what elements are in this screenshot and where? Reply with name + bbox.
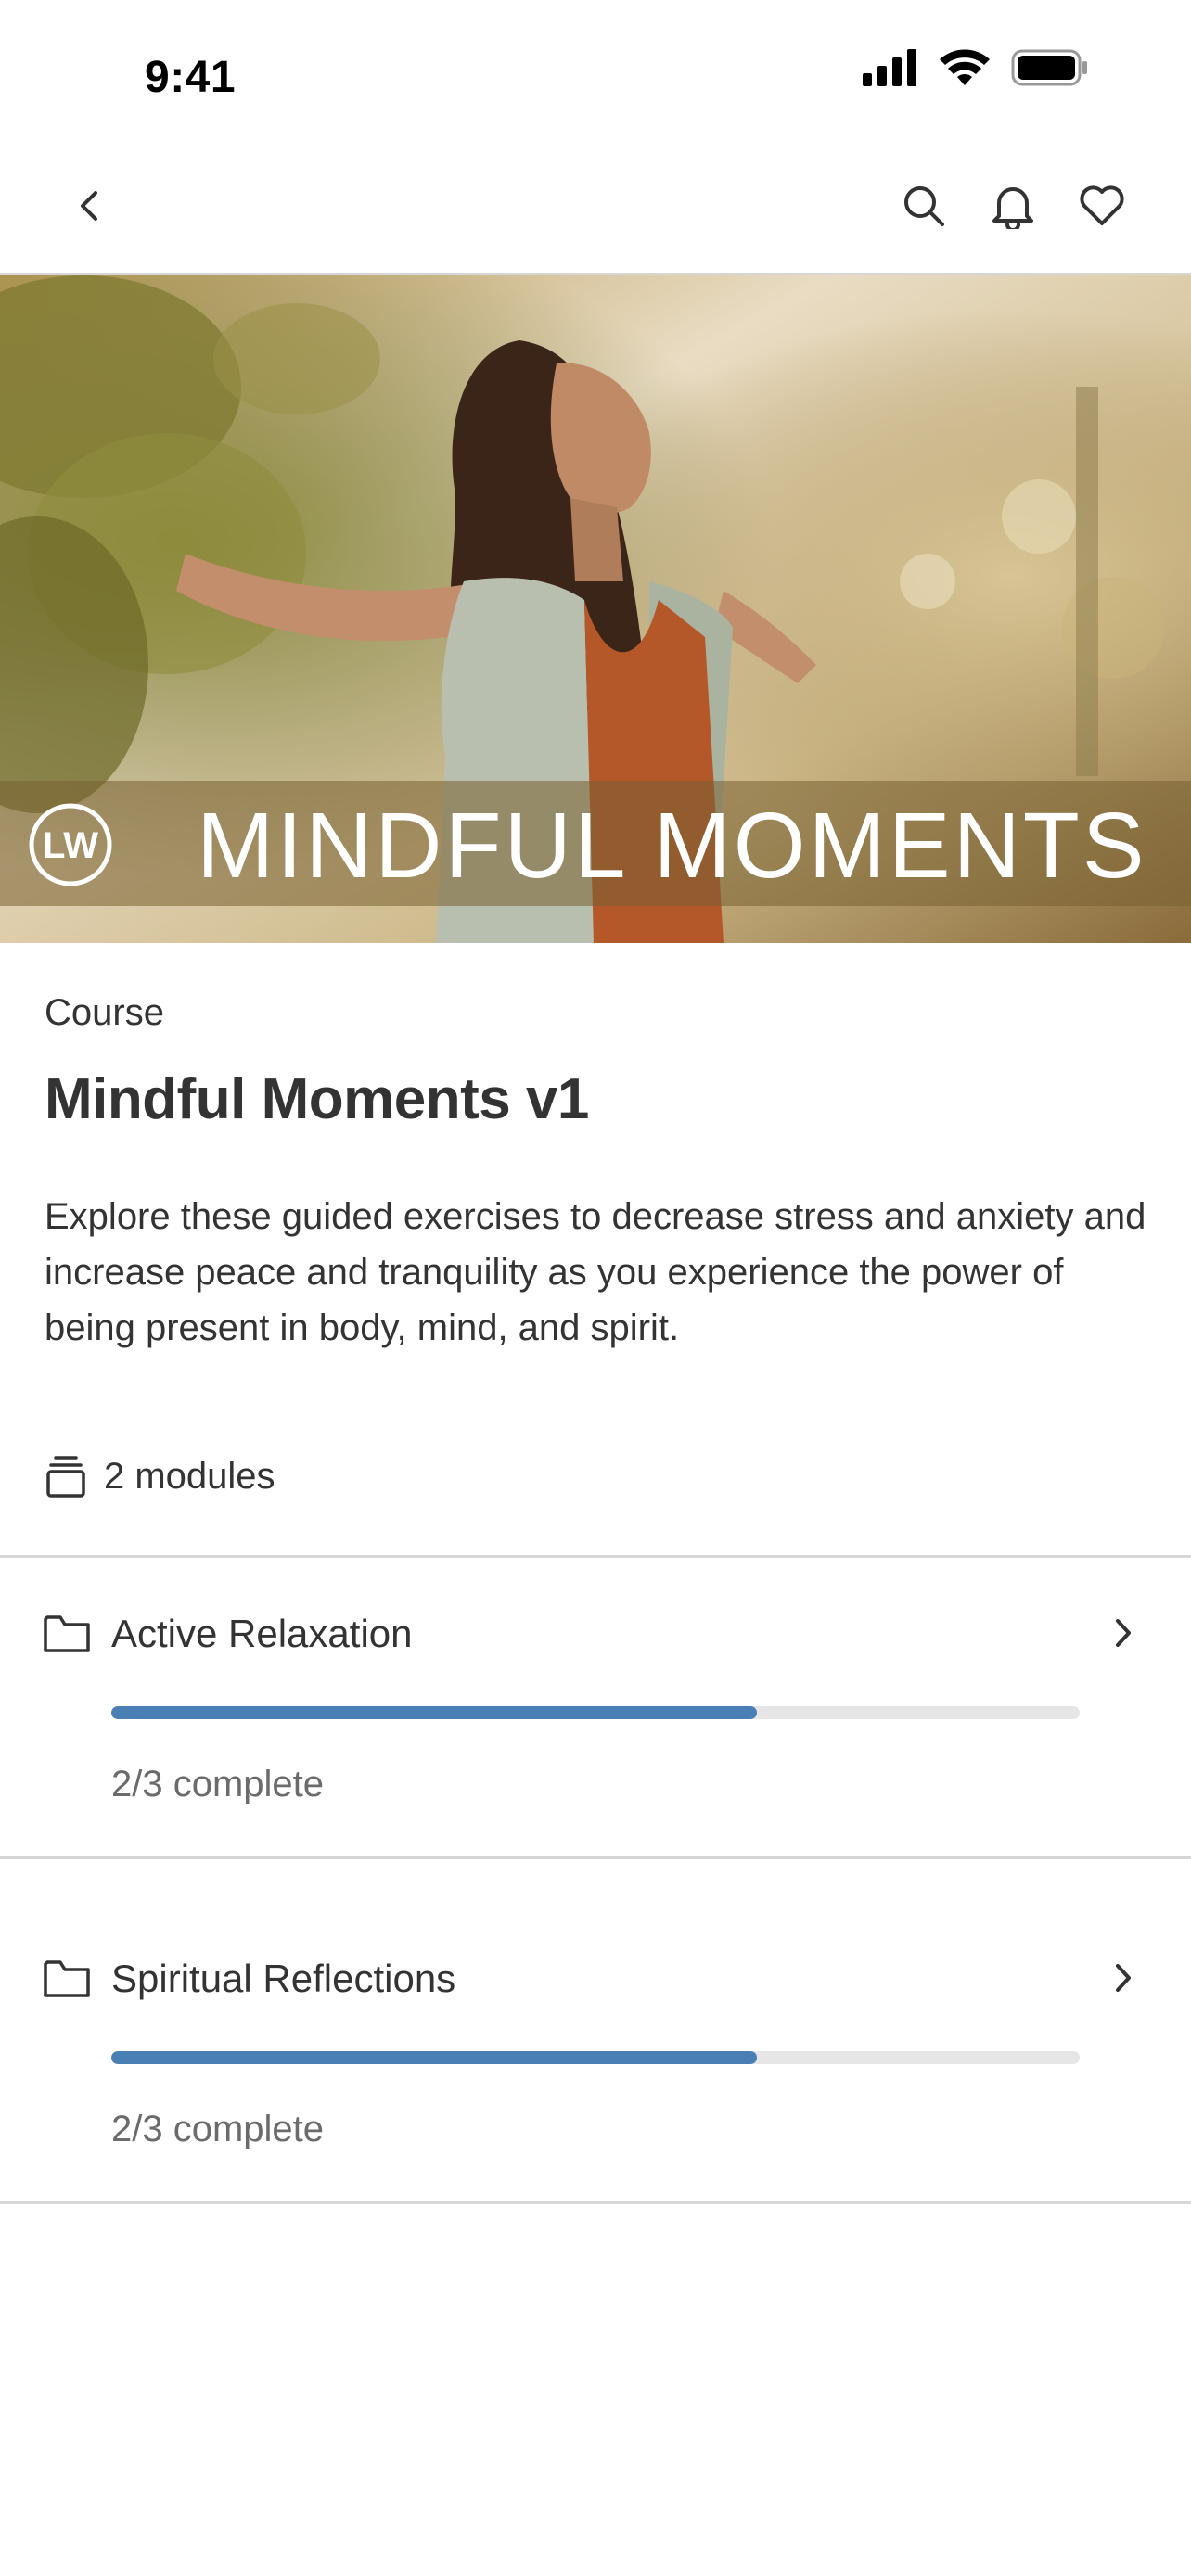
battery-icon	[1011, 49, 1087, 86]
module-name: Active Relaxation	[111, 1612, 413, 1655]
course-description: Explore these guided exercises to decrea…	[45, 1196, 1146, 1348]
status-icons	[863, 48, 1089, 87]
brand-logo: LW	[29, 803, 112, 886]
search-icon	[904, 186, 944, 226]
module-count: 2 modules	[45, 1454, 1146, 1498]
brand-logo-text: LW	[43, 825, 98, 866]
modules-icon	[46, 1456, 85, 1498]
module-status: 2/3 complete	[111, 2109, 325, 2149]
module-item-spiritual-reflections[interactable]: Spiritual Reflections 2/3 complete	[0, 1903, 1191, 2209]
chevron-right-icon	[1116, 1619, 1131, 1647]
hero-banner-title: MINDFUL MOMENTS	[197, 794, 1147, 898]
wifi-icon	[940, 49, 990, 85]
heart-icon	[1080, 185, 1124, 225]
module-name: Spiritual Reflections	[111, 1957, 456, 2000]
favorite-button[interactable]	[1074, 178, 1130, 234]
notifications-button[interactable]	[985, 178, 1041, 234]
bell-icon	[992, 187, 1033, 229]
course-type-label: Course	[45, 992, 164, 1033]
module-progress-bar	[111, 2051, 1080, 2064]
module-progress-bar	[111, 1706, 1080, 1719]
divider	[0, 2201, 1191, 2204]
search-button[interactable]	[896, 178, 952, 234]
course-title: Mindful Moments v1	[45, 1067, 589, 1131]
folder-icon	[44, 1615, 90, 1652]
course-hero-image: LW MINDFUL MOMENTS	[0, 275, 1191, 943]
module-count-label: 2 modules	[104, 1455, 275, 1497]
back-icon	[81, 191, 97, 221]
nav-bar	[0, 139, 1191, 275]
back-button[interactable]	[61, 178, 117, 234]
chevron-right-icon	[1116, 1964, 1131, 1992]
module-progress-fill	[111, 2051, 758, 2064]
module-item-active-relaxation[interactable]: Active Relaxation 2/3 complete	[0, 1558, 1191, 1864]
divider	[0, 1856, 1191, 1859]
folder-icon	[44, 1960, 90, 1997]
status-bar: 9:41	[0, 0, 1191, 139]
signal-icon	[863, 49, 916, 86]
status-time: 9:41	[145, 53, 237, 102]
module-status: 2/3 complete	[111, 1764, 325, 1804]
module-progress-fill	[111, 1706, 758, 1719]
